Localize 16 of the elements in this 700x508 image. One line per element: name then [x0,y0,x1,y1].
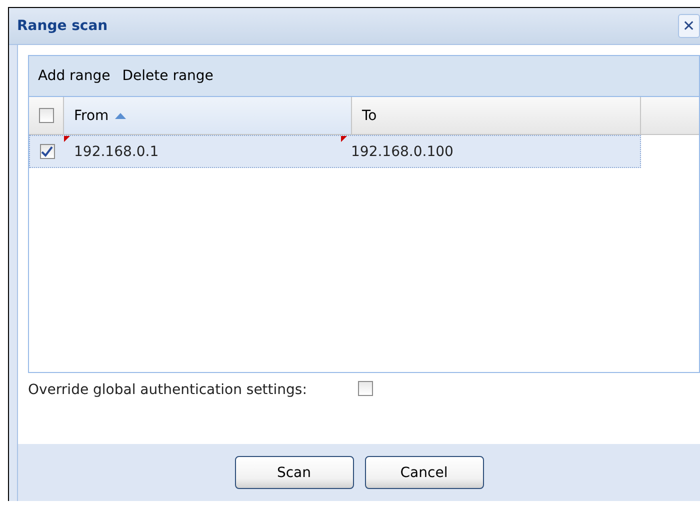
override-checkbox[interactable] [358,381,373,396]
table-row[interactable]: 192.168.0.1 192.168.0.100 [29,135,641,168]
sort-ascending-icon [114,112,126,118]
dialog-button[interactable]: Scan [234,456,354,489]
row-checkbox[interactable] [40,144,54,159]
window-title: Range scan [17,18,108,34]
dialog-button[interactable]: Cancel [364,456,484,489]
toolbar-button[interactable]: Add range [35,66,114,86]
toolbar-button[interactable]: Delete range [119,66,216,86]
column-header[interactable]: To [352,97,641,134]
select-all-checkbox[interactable] [38,108,54,123]
close-button[interactable]: ✕ [678,14,700,38]
override-label: Override global authentication settings: [28,381,308,400]
table-cell: 192.168.0.1 [74,144,159,160]
column-header[interactable]: From [64,97,352,134]
table-cell: 192.168.0.100 [351,144,454,160]
